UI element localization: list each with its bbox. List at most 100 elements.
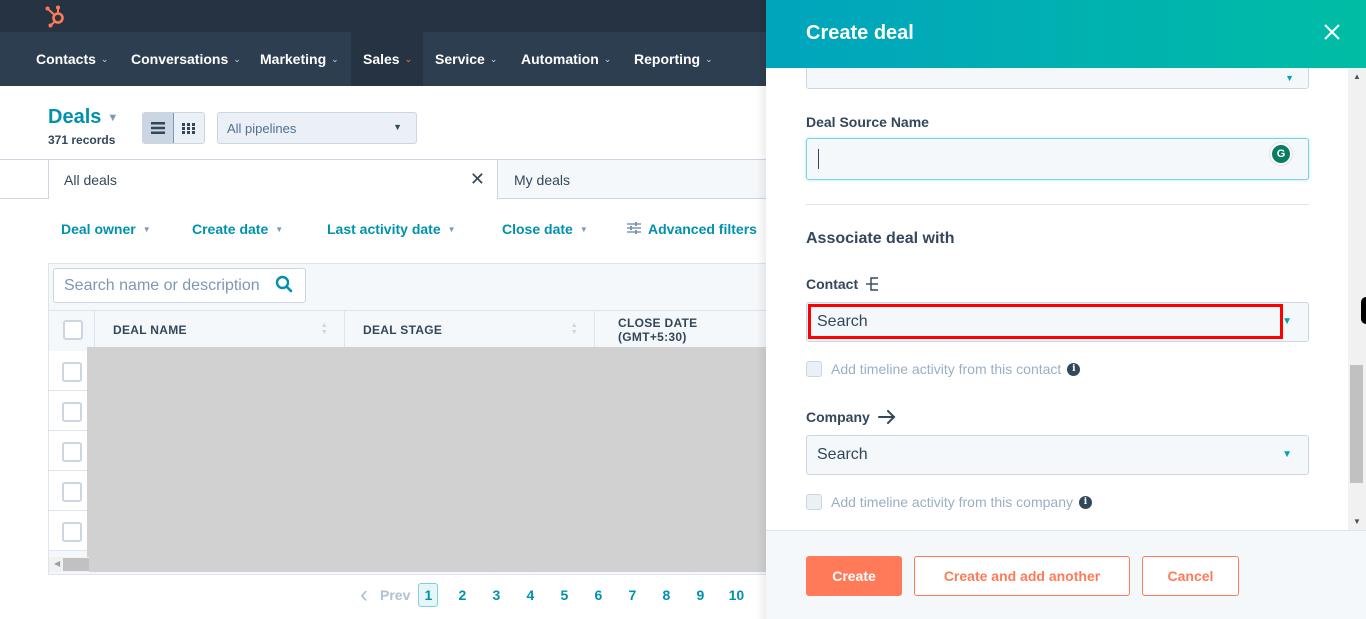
chevron-down-icon: ⌄ (489, 53, 498, 64)
nav-label: Automation (521, 51, 599, 67)
object-switcher[interactable]: Deals ▼ (48, 106, 118, 129)
company-timeline-checkbox[interactable] (806, 494, 822, 510)
page-button[interactable]: 8 (656, 583, 676, 607)
row-checkbox[interactable] (62, 522, 82, 542)
column-deal-stage[interactable]: DEAL STAGE ▲ ▼ (344, 311, 594, 349)
nav-marketing[interactable]: Marketing ⌄ (248, 32, 351, 86)
contact-timeline-checkbox[interactable] (806, 361, 822, 377)
nav-automation[interactable]: Automation ⌄ (509, 32, 623, 86)
table-row (49, 431, 89, 471)
sliders-icon (627, 221, 641, 237)
prev-page-button[interactable]: ‹ Prev (360, 581, 410, 609)
create-and-add-another-button[interactable]: Create and add another (914, 556, 1130, 596)
panel-footer: Create Create and add another Cancel (766, 530, 1366, 619)
company-search-select[interactable]: Search ▼ (806, 435, 1309, 475)
row-checkbox[interactable] (62, 442, 82, 462)
info-icon[interactable]: i (1067, 362, 1081, 376)
table-row (49, 391, 89, 431)
highlight-box (808, 304, 1283, 339)
table-search-input[interactable]: Search name or description (53, 268, 306, 303)
nav-label: Service (435, 51, 485, 67)
scrollbar-thumb[interactable] (63, 558, 89, 571)
record-count: 371 records (48, 133, 116, 147)
horizontal-scrollbar[interactable]: ◀ (49, 557, 89, 572)
association-icon (866, 277, 880, 291)
create-button[interactable]: Create (806, 556, 902, 596)
nav-reporting[interactable]: Reporting ⌄ (622, 32, 725, 86)
contact-timeline-option[interactable]: Add timeline activity from this contact … (806, 361, 1081, 377)
nav-sales[interactable]: Sales ⌄ (351, 32, 423, 86)
board-view-button[interactable] (173, 113, 204, 143)
nav-label: Reporting (634, 51, 701, 67)
scroll-up-icon[interactable]: ▲ (1353, 72, 1361, 81)
grammarly-icon[interactable]: G (1270, 143, 1292, 165)
pipeline-select[interactable]: All pipelines ▼ (217, 112, 417, 144)
associate-heading: Associate deal with (806, 230, 955, 247)
caret-down-icon: ▼ (447, 224, 456, 234)
row-checkbox[interactable] (62, 402, 82, 422)
cancel-button[interactable]: Cancel (1142, 556, 1239, 596)
previous-field-select[interactable]: ▼ (806, 68, 1309, 89)
page-button[interactable]: 6 (588, 583, 608, 607)
main-nav: Contacts ⌄ Conversations ⌄ Marketing ⌄ Sale… (0, 32, 766, 86)
hubspot-logo-icon[interactable] (44, 4, 68, 28)
caret-down-icon: ▼ (393, 122, 402, 132)
filter-create-date[interactable]: Create date ▼ (192, 221, 283, 237)
nav-service[interactable]: Service ⌄ (423, 32, 509, 86)
chevron-down-icon: ⌄ (404, 53, 413, 64)
contact-label: Contact (806, 276, 880, 292)
filter-label: Create date (192, 221, 269, 237)
view-toggle (142, 112, 205, 144)
section-divider (806, 204, 1309, 205)
nav-label: Contacts (36, 51, 96, 67)
scroll-down-icon[interactable]: ▼ (1353, 517, 1361, 526)
nav-contacts[interactable]: Contacts ⌄ (24, 32, 120, 86)
list-view-icon (150, 122, 165, 134)
caret-down-icon: ▼ (579, 224, 588, 234)
column-label: DEAL STAGE (363, 323, 443, 337)
info-icon[interactable]: i (1078, 495, 1092, 509)
list-view-button[interactable] (143, 113, 174, 143)
page-button[interactable]: 3 (486, 583, 506, 607)
sort-icon[interactable]: ▲ ▼ (571, 322, 578, 336)
filter-last-activity-date[interactable]: Last activity date ▼ (327, 221, 456, 237)
tab-my-deals[interactable]: My deals (498, 159, 766, 199)
page-button[interactable]: 4 (520, 583, 540, 607)
row-checkbox[interactable] (62, 362, 82, 382)
table-header: DEAL NAME ▲ ▼ DEAL STAGE ▲ ▼ CLOSE DATE (GMT… (49, 310, 766, 349)
company-timeline-option[interactable]: Add timeline activity from this company … (806, 494, 1092, 510)
deal-source-name-input[interactable]: G (806, 138, 1309, 180)
row-checkbox[interactable] (62, 482, 82, 502)
page-button[interactable]: 2 (452, 583, 472, 607)
table-row (49, 471, 89, 511)
column-close-date[interactable]: CLOSE DATE (GMT+5:30) (594, 311, 766, 349)
close-tab-icon[interactable]: ✕ (470, 169, 485, 190)
column-deal-name[interactable]: DEAL NAME ▲ ▼ (94, 311, 344, 349)
page-button[interactable]: 9 (690, 583, 710, 607)
sort-icon[interactable]: ▲ ▼ (321, 322, 328, 336)
filter-close-date[interactable]: Close date ▼ (502, 221, 588, 237)
page-button[interactable]: 10 (724, 583, 748, 607)
select-all-checkbox[interactable] (63, 320, 83, 340)
filter-label: Last activity date (327, 221, 441, 237)
tab-all-deals[interactable]: All deals ✕ (48, 159, 498, 199)
filter-deal-owner[interactable]: Deal owner ▼ (61, 221, 151, 237)
scrollbar-thumb[interactable] (1350, 365, 1363, 483)
page-button[interactable]: 5 (554, 583, 574, 607)
page-title: Deals (48, 106, 102, 128)
chevron-down-icon: ⌄ (233, 53, 241, 64)
chevron-down-icon: ⌄ (100, 53, 109, 64)
search-icon[interactable] (271, 275, 293, 298)
board-view-icon (182, 122, 196, 134)
advanced-filters-button[interactable]: Advanced filters (627, 221, 757, 237)
page-button[interactable]: 1 (418, 583, 439, 607)
timeline-label: Add timeline activity from this contact (831, 361, 1062, 377)
timeline-label: Add timeline activity from this company (831, 494, 1073, 510)
table-row (49, 351, 89, 391)
page-button[interactable]: 7 (622, 583, 642, 607)
nav-conversations[interactable]: Conversations ⌄ (119, 32, 253, 86)
close-panel-button[interactable] (1318, 18, 1346, 46)
scroll-left-icon[interactable]: ◀ (54, 559, 60, 568)
redacted-content (87, 347, 766, 572)
side-widget-tab[interactable] (1361, 297, 1366, 324)
